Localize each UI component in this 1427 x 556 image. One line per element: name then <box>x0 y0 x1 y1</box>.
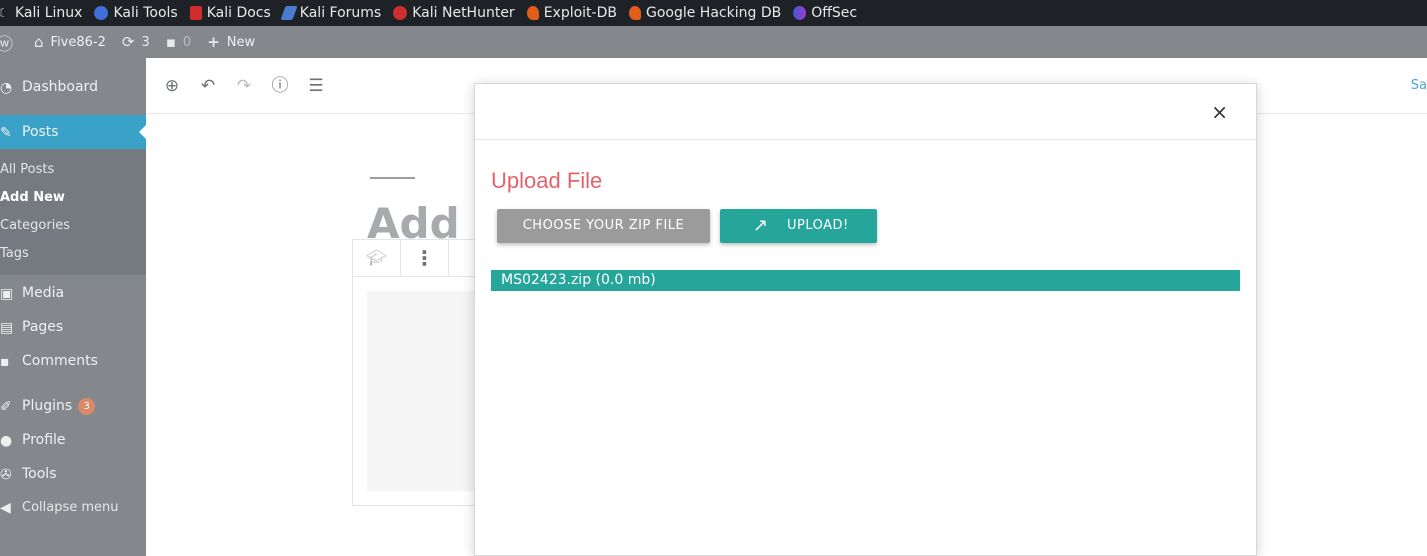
choose-zip-file-button[interactable]: CHOOSE YOUR ZIP FILE <box>497 209 710 243</box>
wordpress-icon: ⓦ <box>0 34 13 55</box>
sidebar-item-media[interactable]: ▣ Media <box>0 276 146 310</box>
sidebar-item-tools[interactable]: ✇ Tools <box>0 457 146 491</box>
add-block-icon[interactable]: ⊕ <box>162 76 182 96</box>
bookmarks-bar: ☾ Kali Linux Kali Tools Kali Docs Kali Fo… <box>0 0 1427 26</box>
collapse-menu-button[interactable]: ◀ Collapse menu <box>0 490 146 524</box>
kali-dragon-icon: ☾ <box>0 6 9 20</box>
sidebar-item-pages[interactable]: ▤ Pages <box>0 310 146 344</box>
kali-tools-icon <box>94 6 109 20</box>
pages-icon: ▤ <box>0 320 14 336</box>
collapse-icon: ◀ <box>0 500 11 516</box>
bookmark-offsec[interactable]: OffSec <box>793 5 857 21</box>
admin-bar: ⓦ ⌂ Five86-2 ⟳ 3 ▪ 0 + New <box>0 26 1427 58</box>
info-icon[interactable]: ⓘ <box>270 76 290 96</box>
graduation-cap-icon[interactable]: 🎓︎ <box>353 240 401 276</box>
upload-button-label: UPLOAD! <box>787 218 849 233</box>
sidebar-item-posts[interactable]: ✎ Posts <box>0 115 146 149</box>
profile-icon: ● <box>0 433 13 449</box>
dashboard-icon: ◔ <box>0 80 13 96</box>
comment-bubble-icon: ▪ <box>165 33 176 51</box>
plugins-update-badge: 3 <box>78 397 96 415</box>
submenu-categories[interactable]: Categories <box>0 218 70 233</box>
selected-file-entry: MS02423.zip (0.0 mb) <box>491 270 1240 291</box>
bookmark-google-hacking-db[interactable]: Google Hacking DB <box>628 5 781 21</box>
sidebar-item-dashboard[interactable]: ◔ Dashboard <box>0 70 146 104</box>
close-icon[interactable]: × <box>1211 102 1228 122</box>
more-options-icon[interactable]: ⋮ <box>401 240 449 276</box>
updates-icon: ⟳ <box>121 33 135 51</box>
arrow-up-right-icon: ↗ <box>753 215 769 236</box>
submenu-add-new[interactable]: Add New <box>0 190 65 205</box>
bookmark-kali-linux[interactable]: ☾ Kali Linux <box>0 5 82 21</box>
new-label: New <box>226 34 256 50</box>
plus-icon: + <box>207 33 220 51</box>
block-frame: 🎓︎ ⋮ <box>352 239 493 506</box>
offsec-icon <box>793 6 807 20</box>
pin-icon: ✎ <box>0 125 12 141</box>
kali-docs-icon <box>189 6 202 20</box>
bookmark-kali-tools[interactable]: Kali Tools <box>94 5 178 21</box>
admin-sidebar: ◔ Dashboard ✎ Posts All Posts Add New Ca… <box>0 58 146 556</box>
submenu-all-posts[interactable]: All Posts <box>0 162 54 177</box>
wordpress-logo-button[interactable]: ⓦ <box>0 30 20 55</box>
title-divider <box>370 177 415 179</box>
comments-icon: ▪ <box>0 354 10 370</box>
upload-button[interactable]: ↗ UPLOAD! <box>720 209 877 243</box>
bookmark-kali-forums[interactable]: Kali Forums <box>280 5 381 21</box>
updates-count: 3 <box>141 34 150 50</box>
modal-header: × <box>475 84 1256 140</box>
upload-modal: × Upload File CHOOSE YOUR ZIP FILE ↗ UPL… <box>474 83 1257 556</box>
updates-link[interactable]: ⟳ 3 <box>122 33 150 51</box>
tools-icon: ✇ <box>0 467 12 483</box>
bookmark-kali-nethunter[interactable]: Kali NetHunter <box>393 5 515 21</box>
comments-count: 0 <box>182 34 192 50</box>
kali-forums-icon <box>280 6 298 20</box>
submenu-tags[interactable]: Tags <box>0 246 29 261</box>
block-toolbar: 🎓︎ ⋮ <box>353 240 493 277</box>
save-draft-link[interactable]: Sa <box>1411 78 1427 93</box>
plugins-icon: ✐ <box>0 399 12 415</box>
new-content-link[interactable]: + New <box>207 33 255 51</box>
site-name-link[interactable]: ⌂ Five86-2 <box>34 33 106 51</box>
undo-icon[interactable]: ↶ <box>198 76 218 96</box>
sidebar-item-plugins[interactable]: ✐ Plugins 3 <box>0 389 146 423</box>
sidebar-item-comments[interactable]: ▪ Comments <box>0 344 146 378</box>
modal-title: Upload File <box>491 168 603 193</box>
site-name: Five86-2 <box>50 34 106 50</box>
sidebar-item-profile[interactable]: ● Profile <box>0 423 146 457</box>
redo-icon[interactable]: ↷ <box>234 76 254 96</box>
comments-link[interactable]: ▪ 0 <box>166 33 191 51</box>
nethunter-icon <box>393 6 408 20</box>
ghdb-icon <box>628 6 641 20</box>
posts-submenu: All Posts Add New Categories Tags <box>0 149 146 275</box>
media-icon: ▣ <box>0 286 14 302</box>
outline-list-icon[interactable]: ☰ <box>306 76 326 96</box>
exploit-db-icon <box>526 6 539 20</box>
bookmark-kali-docs[interactable]: Kali Docs <box>189 5 271 21</box>
bookmark-exploit-db[interactable]: Exploit-DB <box>526 5 617 21</box>
home-icon: ⌂ <box>34 33 44 51</box>
